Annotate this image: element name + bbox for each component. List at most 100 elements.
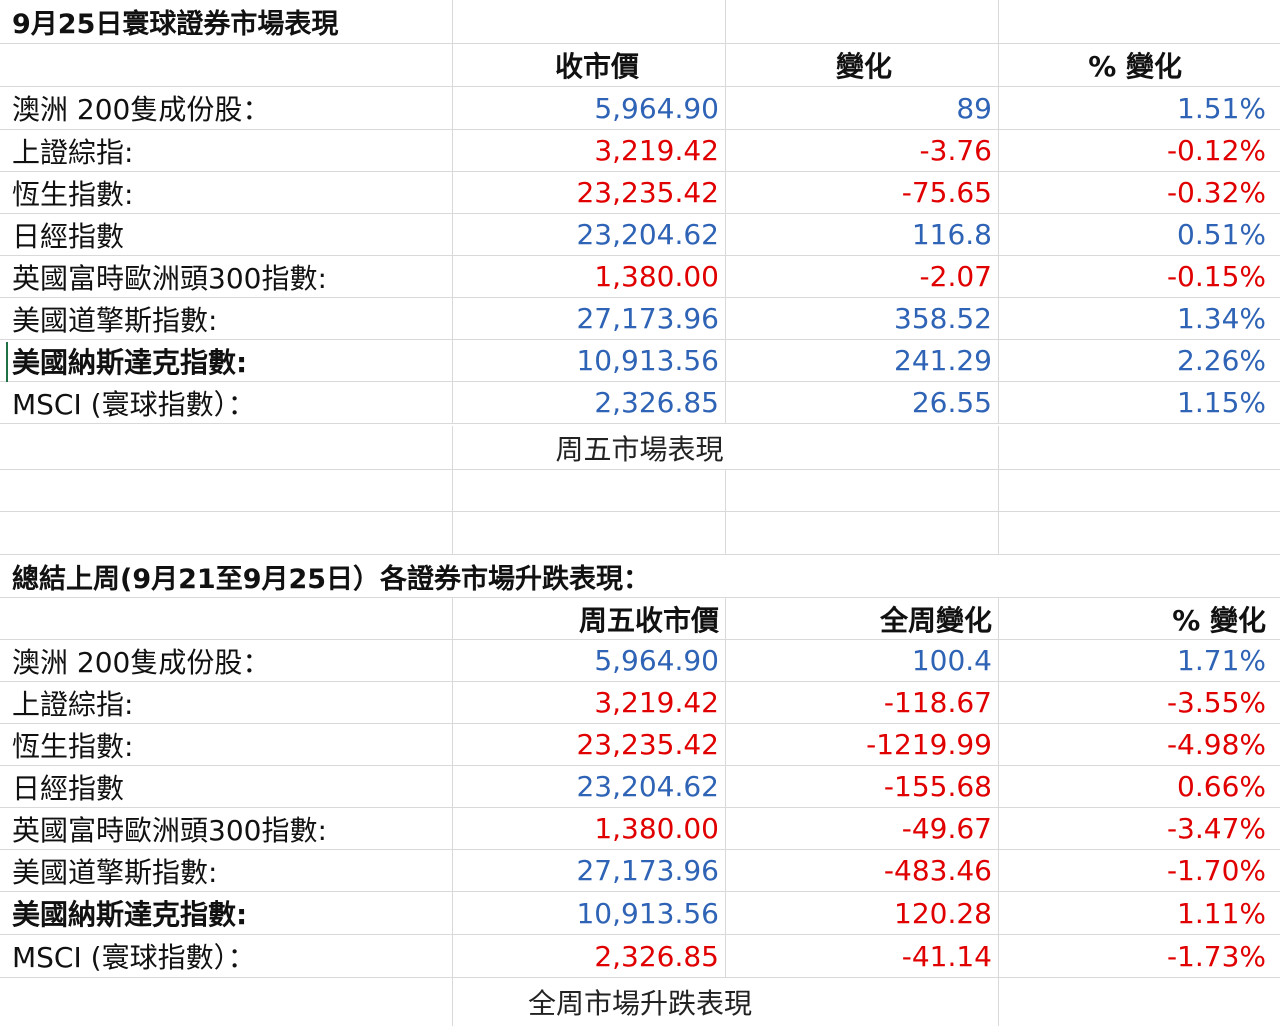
index-name-cell[interactable]: 恆生指數: [0,724,453,765]
section1-header-row: 收市價 變化 % 變化 [0,44,1280,87]
close-value-cell[interactable]: 23,235.42 [453,172,726,213]
close-value-cell[interactable]: 2,326.85 [453,382,726,423]
pct-change-cell[interactable]: 1.34% [999,298,1280,339]
change-value-cell[interactable]: -155.68 [726,766,999,807]
change-value-cell[interactable]: -41.14 [726,935,999,977]
pct-change-cell[interactable]: -3.55% [999,682,1280,723]
empty-cell[interactable] [453,512,726,554]
change-value-cell[interactable]: 26.55 [726,382,999,423]
pct-change-cell[interactable]: -0.15% [999,256,1280,297]
header-change[interactable]: 變化 [726,44,999,86]
empty-cell[interactable] [999,0,1280,43]
index-name-cell[interactable]: MSCI (寰球指數）： [0,382,453,423]
change-value-cell[interactable]: 358.52 [726,298,999,339]
index-name-cell[interactable]: 日經指數 [0,766,453,807]
header-week-change[interactable]: 全周變化 [726,598,999,639]
pct-change-cell[interactable]: 1.71% [999,640,1280,681]
change-value-cell[interactable]: 100.4 [726,640,999,681]
section1-caption: 周五市場表現 [555,432,724,466]
empty-cell[interactable] [453,470,726,511]
table-row: 澳洲 200隻成份股： 5,964.90 100.4 1.71% [0,640,1280,682]
empty-cell[interactable] [0,44,453,86]
table-row: 日經指數 23,204.62 -155.68 0.66% [0,766,1280,808]
change-value-cell[interactable]: -118.67 [726,682,999,723]
empty-cell[interactable] [0,426,453,469]
pct-change-cell[interactable]: 1.11% [999,892,1280,934]
pct-change-cell[interactable]: 1.51% [999,87,1280,129]
empty-cell[interactable] [999,470,1280,511]
index-name-cell[interactable]: 美國道擎斯指數: [0,850,453,891]
pct-change-cell[interactable]: -1.70% [999,850,1280,891]
index-name-cell[interactable]: 日經指數 [0,214,453,255]
section1-title[interactable]: 9月25日寰球證券市場表現 [0,0,453,43]
empty-cell[interactable] [0,598,453,639]
change-value-cell[interactable]: -49.67 [726,808,999,849]
empty-cell[interactable] [0,512,453,554]
close-value-cell[interactable]: 10,913.56 [453,340,726,381]
index-name-cell[interactable]: 恆生指數: [0,172,453,213]
pct-change-cell[interactable]: -1.73% [999,935,1280,977]
pct-change-cell[interactable]: -4.98% [999,724,1280,765]
change-value-cell[interactable]: 120.28 [726,892,999,934]
close-value-cell[interactable]: 5,964.90 [453,87,726,129]
close-value-cell[interactable]: 10,913.56 [453,892,726,934]
table-row: 上證綜指: 3,219.42 -3.76 -0.12% [0,130,1280,172]
blank-row [0,512,1280,555]
change-value-cell[interactable]: 89 [726,87,999,129]
change-value-cell[interactable]: -1219.99 [726,724,999,765]
pct-change-cell[interactable]: -0.32% [999,172,1280,213]
index-name-cell[interactable]: 澳洲 200隻成份股： [0,640,453,681]
section2-title-row: 總結上周(9月21至9月25日）各證券市場升跌表現： [0,555,1280,598]
blank-row [0,470,1280,512]
close-value-cell[interactable]: 2,326.85 [453,935,726,977]
close-value-cell[interactable]: 1,380.00 [453,808,726,849]
change-value-cell[interactable]: -2.07 [726,256,999,297]
change-value-cell[interactable]: -3.76 [726,130,999,171]
close-value-cell[interactable]: 27,173.96 [453,850,726,891]
header-pct-change[interactable]: % 變化 [999,44,1280,86]
index-name-cell[interactable]: 澳洲 200隻成份股： [0,87,453,129]
table-row: 美國納斯達克指數: 10,913.56 241.29 2.26% [0,340,1280,382]
empty-cell[interactable] [999,978,1280,1026]
section2-header-row: 周五收市價 全周變化 % 變化 [0,598,1280,640]
index-name-cell[interactable]: 上證綜指: [0,682,453,723]
empty-cell[interactable] [999,426,1280,469]
close-value-cell[interactable]: 3,219.42 [453,130,726,171]
header-pct-change[interactable]: % 變化 [999,598,1280,639]
empty-cell[interactable] [0,978,453,1026]
close-value-cell[interactable]: 23,204.62 [453,214,726,255]
index-name-cell[interactable]: 英國富時歐洲頭300指數: [0,808,453,849]
close-value-cell[interactable]: 3,219.42 [453,682,726,723]
change-value-cell[interactable]: 116.8 [726,214,999,255]
index-name-cell[interactable]: MSCI (寰球指數）： [0,935,453,977]
index-name-cell[interactable]: 美國納斯達克指數: [0,892,453,934]
pct-change-cell[interactable]: 2.26% [999,340,1280,381]
empty-cell[interactable] [726,512,999,554]
close-value-cell[interactable]: 5,964.90 [453,640,726,681]
index-name-cell[interactable]: 上證綜指: [0,130,453,171]
empty-cell[interactable] [0,470,453,511]
change-value-cell[interactable]: -483.46 [726,850,999,891]
pct-change-cell[interactable]: -0.12% [999,130,1280,171]
close-value-cell[interactable]: 1,380.00 [453,256,726,297]
close-value-cell[interactable]: 23,235.42 [453,724,726,765]
change-value-cell[interactable]: 241.29 [726,340,999,381]
close-value-cell[interactable]: 23,204.62 [453,766,726,807]
empty-cell[interactable] [726,470,999,511]
pct-change-cell[interactable]: 0.51% [999,214,1280,255]
empty-cell[interactable] [999,512,1280,554]
pct-change-cell[interactable]: 1.15% [999,382,1280,423]
index-name-cell[interactable]: 英國富時歐洲頭300指數: [0,256,453,297]
index-name-cell[interactable]: 美國道擎斯指數: [0,298,453,339]
header-friday-close[interactable]: 周五收市價 [453,598,726,639]
header-close[interactable]: 收市價 [453,44,726,86]
pct-change-cell[interactable]: 0.66% [999,766,1280,807]
pct-change-cell[interactable]: -3.47% [999,808,1280,849]
index-name-cell[interactable]: 美國納斯達克指數: [0,340,453,381]
empty-cell[interactable] [453,0,726,43]
change-value-cell[interactable]: -75.65 [726,172,999,213]
close-value-cell[interactable]: 27,173.96 [453,298,726,339]
section2-caption-row: 全周市場升跌表現 [0,978,1280,1026]
empty-cell[interactable] [726,0,999,43]
section2-title[interactable]: 總結上周(9月21至9月25日）各證券市場升跌表現： [0,555,1280,597]
